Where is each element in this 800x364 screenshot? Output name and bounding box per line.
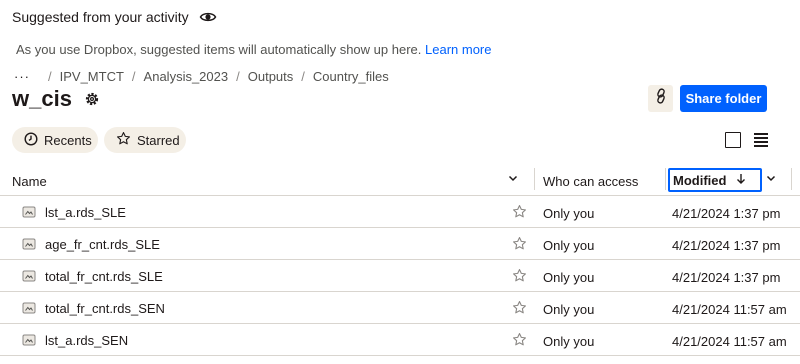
modified-date: 4/21/2024 1:37 pm	[672, 206, 781, 221]
column-modified-label: Modified	[673, 172, 727, 188]
access-level: Only you	[543, 270, 595, 285]
file-list: lst_a.rds_SLE Only you 4/21/2024 1:37 pm…	[0, 196, 800, 356]
access-level: Only you	[543, 302, 595, 317]
suggested-description: As you use Dropbox, suggested items will…	[16, 42, 422, 57]
chevron-down-icon[interactable]	[507, 172, 519, 187]
file-name[interactable]: age_fr_cnt.rds_SLE	[45, 237, 160, 252]
breadcrumb-item[interactable]: IPV_MTCT	[60, 69, 124, 84]
column-divider[interactable]	[534, 168, 535, 190]
file-icon	[22, 237, 36, 251]
column-name[interactable]: Name	[12, 174, 47, 189]
copy-link-button[interactable]	[648, 85, 673, 112]
square-view-icon[interactable]	[725, 132, 741, 148]
modified-date: 4/21/2024 11:57 am	[672, 334, 787, 349]
star-outline-icon[interactable]	[512, 300, 527, 315]
file-icon	[22, 301, 36, 315]
column-modified-sort[interactable]: Modified	[668, 168, 762, 192]
share-folder-button[interactable]: Share folder	[680, 85, 767, 112]
star-outline-icon[interactable]	[512, 204, 527, 219]
breadcrumb-separator: /	[236, 69, 240, 84]
breadcrumb-item[interactable]: Country_files	[313, 69, 389, 84]
suggested-heading-row: Suggested from your activity	[12, 8, 217, 26]
chevron-down-icon[interactable]	[765, 172, 777, 187]
breadcrumb-item[interactable]: Analysis_2023	[144, 69, 229, 84]
suggested-heading: Suggested from your activity	[12, 9, 189, 25]
folder-title-row: w_cis	[12, 86, 100, 112]
breadcrumb-more-button[interactable]: ···	[14, 69, 30, 84]
starred-label: Starred	[137, 132, 180, 148]
arrow-down-icon	[736, 173, 746, 188]
modified-date: 4/21/2024 11:57 am	[672, 302, 787, 317]
breadcrumb-separator: /	[48, 69, 52, 84]
recents-filter-chip[interactable]: Recents	[12, 127, 98, 153]
star-outline-icon[interactable]	[512, 268, 527, 283]
suggested-description-row: As you use Dropbox, suggested items will…	[16, 42, 491, 57]
file-icon	[22, 205, 36, 219]
link-icon	[654, 88, 668, 109]
table-row[interactable]: lst_a.rds_SLE Only you 4/21/2024 1:37 pm	[0, 196, 800, 228]
column-who-can-access[interactable]: Who can access	[543, 174, 638, 189]
table-row[interactable]: lst_a.rds_SEN Only you 4/21/2024 11:57 a…	[0, 324, 800, 356]
file-icon	[22, 333, 36, 347]
access-level: Only you	[543, 238, 595, 253]
starred-filter-chip[interactable]: Starred	[104, 127, 186, 153]
file-name[interactable]: total_fr_cnt.rds_SLE	[45, 269, 163, 284]
breadcrumb-separator: /	[131, 69, 136, 84]
table-row[interactable]: age_fr_cnt.rds_SLE Only you 4/21/2024 1:…	[0, 228, 800, 260]
learn-more-link[interactable]: Learn more	[425, 42, 491, 57]
list-view-icon[interactable]	[754, 133, 768, 147]
star-outline-icon[interactable]	[512, 236, 527, 251]
eye-icon[interactable]	[199, 8, 217, 26]
table-row[interactable]: total_fr_cnt.rds_SLE Only you 4/21/2024 …	[0, 260, 800, 292]
file-name[interactable]: lst_a.rds_SEN	[45, 333, 128, 348]
table-header: Name Who can access Modified	[0, 164, 800, 196]
page-title: w_cis	[12, 86, 72, 111]
column-divider[interactable]	[791, 168, 792, 190]
breadcrumb-separator: /	[301, 69, 305, 84]
access-level: Only you	[543, 334, 595, 349]
modified-date: 4/21/2024 1:37 pm	[672, 238, 781, 253]
clock-icon	[24, 131, 38, 149]
gear-icon[interactable]	[84, 91, 100, 107]
modified-date: 4/21/2024 1:37 pm	[672, 270, 781, 285]
file-name[interactable]: total_fr_cnt.rds_SEN	[45, 301, 165, 316]
star-outline-icon[interactable]	[512, 332, 527, 347]
file-name[interactable]: lst_a.rds_SLE	[45, 205, 126, 220]
column-divider[interactable]	[665, 168, 666, 190]
access-level: Only you	[543, 206, 595, 221]
table-row[interactable]: total_fr_cnt.rds_SEN Only you 4/21/2024 …	[0, 292, 800, 324]
breadcrumb-item[interactable]: Outputs	[248, 69, 294, 84]
recents-label: Recents	[44, 132, 92, 148]
file-icon	[22, 269, 36, 283]
breadcrumb: ··· / IPV_MTCT / Analysis_2023 / Outputs…	[14, 69, 389, 84]
star-outline-icon	[116, 131, 131, 149]
